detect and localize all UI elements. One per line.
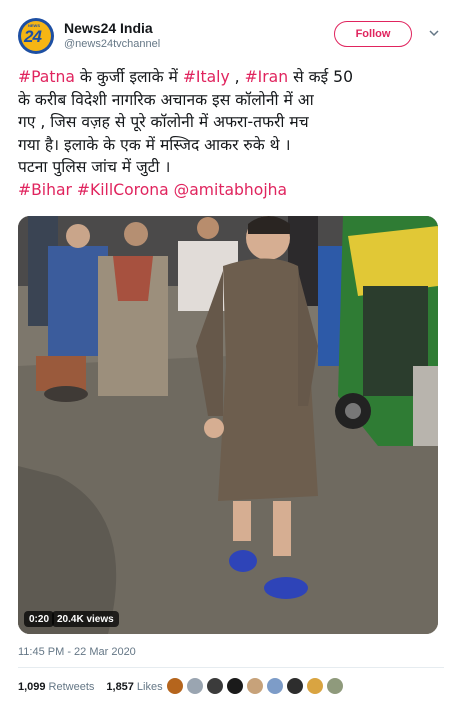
likes-label[interactable]: Likes (137, 681, 163, 693)
video-duration: 0:20 (24, 611, 55, 627)
divider (18, 667, 444, 668)
hashtag-link[interactable]: #KillCorona (77, 181, 169, 199)
liker-avatar-9[interactable] (326, 677, 344, 695)
account-name[interactable]: News24 India (64, 20, 153, 36)
liker-avatar-6[interactable] (266, 677, 284, 695)
hashtag-link[interactable]: #Italy (183, 68, 230, 86)
chevron-down-icon[interactable] (428, 27, 440, 39)
follow-button[interactable]: Follow (334, 21, 412, 47)
hashtag-link[interactable]: #Bihar (18, 181, 72, 199)
account-handle[interactable]: @news24tvchannel (64, 38, 160, 50)
avatar-number: 24 (24, 27, 42, 46)
liker-avatar-4[interactable] (226, 677, 244, 695)
video-views: 20.4K views (52, 611, 119, 627)
liker-avatar-8[interactable] (306, 677, 324, 695)
tweet-stats: 1,099 Retweets 1,857 Likes (18, 679, 163, 695)
news24-avatar[interactable]: NEWS 24 (18, 18, 54, 54)
hashtag-link[interactable]: #Iran (245, 68, 289, 86)
tweet-text-segment: के कुर्जी इलाके में (74, 68, 183, 86)
video-frame (18, 216, 438, 634)
tweet-text-segment: , (229, 68, 245, 86)
likers-list (166, 677, 346, 697)
tweet-text-segment: से कई 50 (288, 68, 353, 86)
liker-avatar-7[interactable] (286, 677, 304, 695)
liker-avatar-2[interactable] (186, 677, 204, 695)
tweet-header: NEWS 24 News24 India @news24tvchannel Fo… (18, 18, 444, 58)
retweets-count[interactable]: 1,099 (18, 681, 46, 693)
liker-avatar-5[interactable] (246, 677, 264, 695)
video-player[interactable]: 0:20 20.4K views (18, 216, 438, 634)
tweet-line-2: के करीब विदेशी नागरिक अचानक इस कॉलोनी मे… (18, 90, 314, 109)
liker-avatar-3[interactable] (206, 677, 224, 695)
hashtag-link[interactable]: #Patna (18, 68, 75, 86)
tweet-text: #Patna के कुर्जी इलाके में #Italy , #Ira… (18, 66, 444, 201)
retweets-label[interactable]: Retweets (49, 681, 95, 693)
hashtag-link[interactable]: @amitabhojha (174, 181, 287, 199)
tweet-line-4: गया है। इलाके के एक में मस्जिद आकर रुके … (18, 135, 291, 154)
tweet-timestamp[interactable]: 11:45 PM - 22 Mar 2020 (18, 646, 136, 658)
liker-avatar-1[interactable] (166, 677, 184, 695)
tweet-line-5: पटना पुलिस जांच में जुटी । (18, 158, 171, 176)
tweet-line-1: #Patna के कुर्जी इलाके में #Italy , #Ira… (18, 66, 444, 89)
likes-count[interactable]: 1,857 (106, 681, 134, 693)
tweet-line-3: गए , जिस वज़ह से पूरे कॉलोनी में अफरा-तफ… (18, 113, 309, 131)
tweet-line-6: #Bihar #KillCorona @amitabhojha (18, 179, 444, 202)
